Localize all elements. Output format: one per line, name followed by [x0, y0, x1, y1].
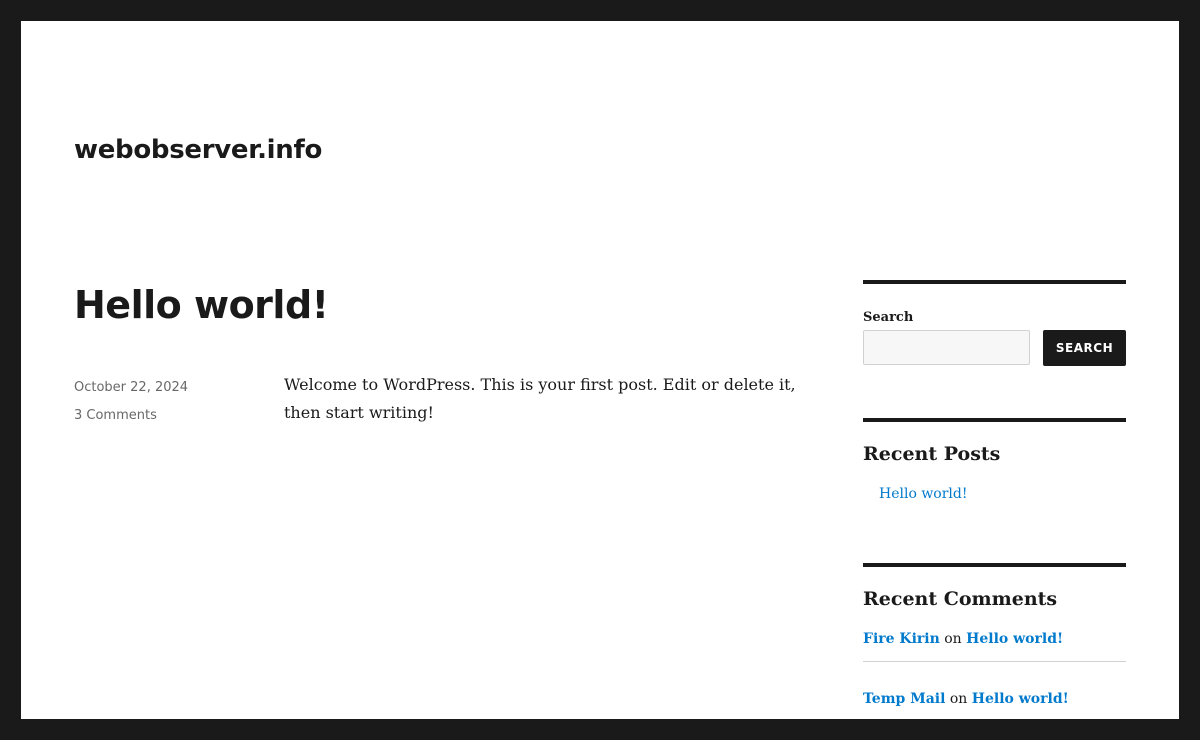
page-container: webobserver.info Hello world! October 22…	[21, 21, 1179, 719]
comment-on-text: on	[949, 691, 968, 707]
recent-posts-widget: Recent Posts Hello world!	[863, 418, 1126, 563]
search-label: Search	[863, 310, 914, 325]
recent-posts-title: Recent Posts	[863, 443, 1001, 465]
recent-comments-title: Recent Comments	[863, 588, 1058, 610]
comment-post-link[interactable]: Hello world!	[966, 631, 1063, 647]
post-content: Welcome to WordPress. This is your first…	[284, 375, 796, 422]
recent-comment-item: Temp Mail on Hello world!	[863, 691, 1126, 707]
recent-comment-item: Fire Kirin on Hello world!	[863, 631, 1126, 662]
search-input[interactable]	[863, 330, 1030, 365]
comment-post-link[interactable]: Hello world!	[972, 691, 1069, 707]
post-title[interactable]: Hello world!	[74, 277, 329, 333]
comment-on-text: on	[944, 631, 962, 647]
post-date-link[interactable]: October 22, 2024	[74, 374, 254, 402]
entry-meta: October 22, 2024 3 Comments	[74, 374, 254, 430]
sidebar: Search SEARCH Recent Posts Hello world! …	[863, 280, 1126, 719]
comment-author-link[interactable]: Temp Mail	[863, 691, 945, 707]
post-comments-link[interactable]: 3 Comments	[74, 402, 254, 430]
comment-author-link[interactable]: Fire Kirin	[863, 631, 940, 647]
search-button[interactable]: SEARCH	[1043, 330, 1126, 366]
site-title[interactable]: webobserver.info	[74, 131, 322, 169]
recent-post-link[interactable]: Hello world!	[879, 486, 968, 502]
search-widget: Search SEARCH	[863, 280, 1126, 418]
recent-comments-widget: Recent Comments Fire Kirin on Hello worl…	[863, 563, 1126, 719]
